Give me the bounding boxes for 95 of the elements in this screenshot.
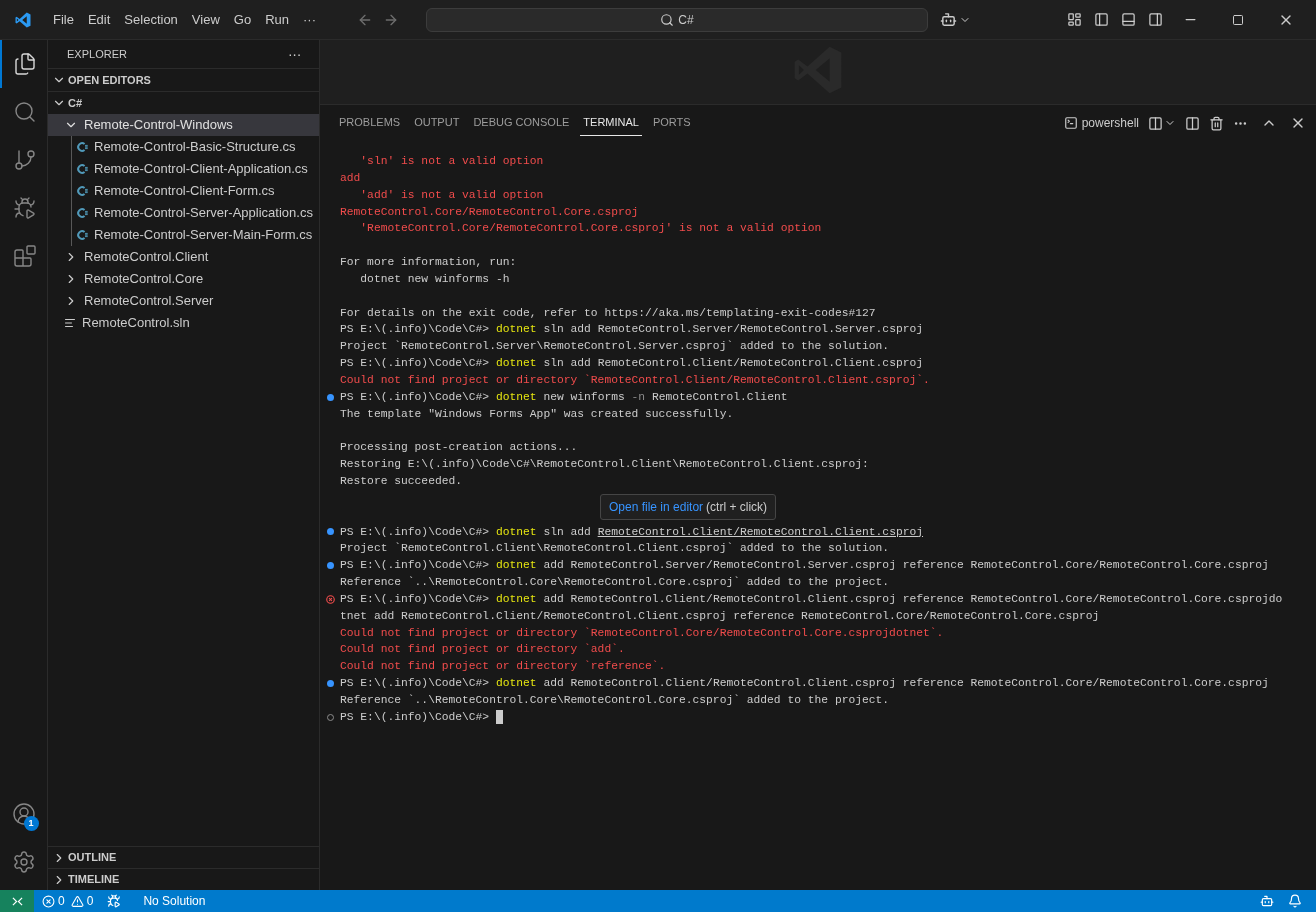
app-logo-icon — [14, 10, 32, 29]
command-failed-icon[interactable] — [325, 594, 335, 604]
split-terminal-menu-button[interactable] — [1148, 115, 1176, 131]
panel-tab[interactable]: PORTS — [649, 110, 694, 136]
menu-item[interactable]: ··· — [296, 9, 323, 30]
split-terminal-icon[interactable] — [1185, 115, 1200, 131]
terminal-line: Project `RemoteControl.Server\RemoteControl.Server.csproj` added to the solution. — [340, 339, 890, 355]
csharp-file-icon — [76, 185, 88, 197]
section-header[interactable]: OPEN EDITORS — [48, 69, 319, 91]
terminal-line: PS E:\(.info)\Code\C#> dotnet sln add RemoteControl.Client/RemoteControl.Client.csproj — [340, 356, 924, 372]
section-header[interactable]: C# — [48, 92, 319, 114]
menu-item[interactable]: Selection — [117, 9, 185, 30]
terminal-line: PS E:\(.info)\Code\C#> dotnet sln add RemoteControl.Server/RemoteControl.Server.csproj — [340, 322, 924, 338]
terminal-line: 'RemoteControl.Core/RemoteControl.Core.csproj' is not a valid option — [359, 221, 822, 237]
terminal-line: The template "Windows Forms App" was created successfully. — [340, 406, 734, 422]
terminal-icon — [1063, 116, 1078, 130]
terminal-line: RemoteControl.Core/RemoteControl.Core.csproj — [340, 204, 639, 220]
terminal-line: PS E:\(.info)\Code\C#> dotnet add RemoteControl.Client/RemoteControl.Client.csproj reference RemoteControl.Core/RemoteControl.Core.csproj — [340, 676, 1269, 692]
search-icon — [660, 12, 675, 27]
run-debug-icon — [12, 196, 37, 220]
terminal-line: For details on the exit code, refer to https://aka.ms/templating-exit-codes#127 — [340, 305, 876, 321]
notification-badge: 1 — [23, 816, 39, 831]
warning-icon — [70, 894, 84, 908]
folder-row[interactable]: RemoteControl.Client — [48, 246, 319, 268]
terminal-line: Project `RemoteControl.Client\RemoteControl.Client.csproj` added to the solution. — [340, 541, 890, 557]
customize-layout-icon[interactable] — [1067, 12, 1082, 27]
account-icon[interactable] — [11, 802, 36, 826]
command-center-search[interactable]: C# — [426, 7, 928, 32]
files-icon — [12, 52, 37, 76]
folder-row[interactable]: RemoteControl.Core — [48, 268, 319, 290]
terminal-line: Could not find project or directory `reference`. — [340, 659, 666, 675]
terminal-line: add — [340, 170, 361, 186]
menu-item[interactable]: Edit — [80, 9, 118, 30]
toggle-secondary-sidebar-icon[interactable] — [1148, 12, 1163, 27]
terminal-line: 'add' is not a valid option — [359, 187, 544, 203]
folder-row[interactable]: RemoteControl.Server — [48, 290, 319, 312]
extensions-icon — [12, 244, 37, 268]
explorer-tree-row[interactable]: Remote-Control-Server-Application.cs — [48, 202, 319, 224]
menu-item[interactable]: File — [46, 9, 81, 30]
remote-icon — [11, 895, 23, 907]
debug-icon[interactable] — [107, 894, 122, 908]
maximize-icon[interactable] — [1232, 13, 1244, 26]
terminal-line: 'sln' is not a valid option — [359, 154, 544, 169]
solution-status[interactable]: No Solution — [143, 892, 206, 910]
menu-item[interactable]: Run — [258, 9, 296, 30]
section-header[interactable]: OUTLINE — [48, 846, 319, 868]
solution-file-icon — [64, 317, 76, 329]
csharp-file-icon — [76, 141, 88, 153]
trash-icon[interactable] — [1209, 115, 1224, 131]
toggle-panel-icon[interactable] — [1121, 12, 1136, 27]
settings-icon[interactable] — [11, 850, 36, 874]
problems-button[interactable]: 0 0 — [42, 892, 94, 910]
terminal-line: PS E:\(.info)\Code\C#> dotnet add RemoteControl.Client/RemoteControl.Client.csproj reference RemoteControl.Core/RemoteControl.Core.csprojdo — [340, 591, 1283, 607]
sidebar-title: EXPLORER — [67, 46, 127, 62]
explorer-tree-row[interactable]: Remote-Control-Client-Form.cs — [48, 180, 319, 202]
terminal-line: Processing post-creation actions... — [340, 440, 578, 456]
panel-tab[interactable]: OUTPUT — [411, 110, 463, 136]
tooltip-hint: (ctrl + click) — [706, 498, 768, 515]
terminal-line: Reference `..\RemoteControl.Core\RemoteControl.Core.csproj` added to the project. — [340, 575, 890, 591]
panel-tab[interactable]: TERMINAL — [580, 110, 642, 136]
toggle-sidebar-icon[interactable] — [1094, 12, 1109, 27]
folder-row[interactable]: Remote-Control-Windows — [48, 114, 319, 136]
terminal-line: tnet add RemoteControl.Client/RemoteControl.Client.csproj reference RemoteControl.Core/RemoteControl.Core.csproj — [340, 608, 1100, 624]
source-control-icon — [12, 148, 37, 172]
terminal-line: PS E:\(.info)\Code\C#> — [340, 708, 503, 726]
terminal-line: Could not find project or directory `RemoteControl.Client/RemoteControl.Client.csproj`. — [340, 372, 930, 388]
terminal-line: Could not find project or directory `add`. — [340, 642, 625, 658]
menu-item[interactable]: View — [184, 9, 227, 30]
terminal-line: PS E:\(.info)\Code\C#> dotnet add RemoteControl.Server/RemoteControl.Server.csproj reference RemoteControl.Core/RemoteControl.Core.csproj — [340, 558, 1269, 574]
csharp-file-icon — [76, 163, 88, 175]
terminal-line: Restoring E:\(.info)\Code\C#\RemoteControl.Client\RemoteControl.Client.csproj: — [340, 457, 869, 473]
csharp-file-icon — [76, 207, 88, 219]
csharp-file-icon — [76, 229, 88, 241]
terminal-line: Restore succeeded. — [340, 474, 463, 490]
terminal-line: PS E:\(.info)\Code\C#> dotnet sln add RemoteControl.Client/RemoteControl.Client.csproj — [340, 524, 924, 540]
terminal-line: For more information, run: — [340, 255, 517, 271]
explorer-tree-row[interactable]: RemoteControl.sln — [48, 312, 319, 334]
terminal-shell-button[interactable]: powershell — [1063, 114, 1139, 132]
terminal-line: dotnet new winforms -h — [359, 271, 510, 287]
terminal-line: PS E:\(.info)\Code\C#> dotnet new winforms -n RemoteControl.Client — [340, 389, 788, 405]
error-icon — [42, 894, 55, 908]
notifications-icon[interactable] — [1288, 894, 1302, 908]
terminal-line: Reference `..\RemoteControl.Core\RemoteControl.Core.csproj` added to the project. — [340, 693, 890, 708]
open-file-link[interactable]: Open file in editor — [609, 498, 704, 515]
more-actions-button[interactable]: ··· — [288, 43, 301, 65]
explorer-tree-row[interactable]: Remote-Control-Server-Main-Form.cs — [48, 224, 319, 246]
panel-tab[interactable]: DEBUG CONSOLE — [470, 110, 573, 136]
explorer-tree-row[interactable]: Remote-Control-Basic-Structure.cs — [48, 136, 319, 158]
menu-item[interactable]: Go — [226, 9, 259, 30]
panel-tab[interactable]: PROBLEMS — [336, 110, 404, 136]
terminal-line: Could not find project or directory `RemoteControl.Core/RemoteControl.Core.csprojdotnet`. — [340, 625, 944, 641]
search-icon — [12, 100, 37, 124]
file-link[interactable]: RemoteControl.Client/RemoteControl.Client.csproj — [597, 525, 924, 538]
explorer-tree-row[interactable]: Remote-Control-Client-Application.cs — [48, 158, 319, 180]
split-icon — [1148, 115, 1163, 131]
